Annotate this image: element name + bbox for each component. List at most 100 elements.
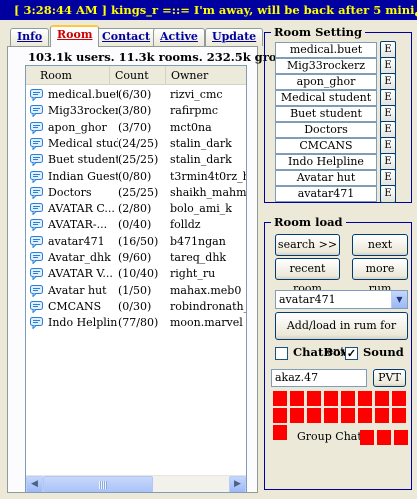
table-row[interactable]: Doctors (25/25) shaikh_mahmud xyxy=(26,185,246,201)
status-indicator[interactable] xyxy=(341,408,355,423)
room-count: (77/80) xyxy=(118,316,159,330)
room-owner: tareq_dhk xyxy=(170,251,227,264)
status-indicator[interactable] xyxy=(358,391,372,406)
column-header-owner[interactable]: Owner xyxy=(166,66,246,85)
status-indicator[interactable] xyxy=(392,391,406,406)
table-row[interactable]: Avatar_dhk (9/60) tareq_dhk xyxy=(26,250,246,266)
table-row[interactable]: apon_ghor (3/70) mct0na xyxy=(26,120,246,136)
chat-room-icon xyxy=(30,186,43,199)
status-indicator[interactable] xyxy=(375,408,389,423)
table-row[interactable]: Avatar hut (1/50) mahax.meb0 xyxy=(26,283,246,299)
room-count: (6/30) xyxy=(118,88,152,101)
status-indicator[interactable] xyxy=(307,408,321,423)
tab-contact[interactable]: Contact xyxy=(95,28,158,46)
room-owner: bolo_ami_k xyxy=(170,202,232,216)
room-setting-item[interactable]: Avatar hut xyxy=(275,170,377,186)
table-row[interactable]: Indo Helpline (77/80) moon.marvel xyxy=(26,315,246,331)
room-name: Doctors xyxy=(48,185,92,199)
room-list[interactable]: Room Count Owner medical.buet (6/30) rizvi… xyxy=(25,65,247,493)
room-combo[interactable]: avatar471 ▼ xyxy=(275,290,408,309)
recent-room-button[interactable]: recent room xyxy=(275,258,340,295)
status-indicator[interactable] xyxy=(324,408,338,423)
pvt-input[interactable]: akaz.47 xyxy=(271,369,367,387)
pvt-button[interactable]: PVT xyxy=(373,369,406,387)
room-name: Medical stud... xyxy=(48,136,118,150)
group-chat-indicator[interactable] xyxy=(377,430,391,445)
status-indicator[interactable] xyxy=(273,408,287,423)
chat-room-icon xyxy=(30,170,43,183)
sound-checkbox[interactable]: ✓ xyxy=(345,347,358,360)
room-name: Indo Helpline xyxy=(48,316,118,330)
group-chat-indicator[interactable] xyxy=(360,430,374,445)
tab-info[interactable]: Info xyxy=(10,28,50,46)
room-owner: moon.marvel xyxy=(170,316,243,330)
chat-room-icon xyxy=(30,121,43,134)
table-row[interactable]: avatar471 (16/50) b471ngan xyxy=(26,234,246,250)
room-setting-item[interactable]: avatar471 xyxy=(275,186,377,202)
scroll-left-icon[interactable]: ◀ xyxy=(26,476,43,492)
room-owner: folldz xyxy=(170,218,201,232)
room-owner: t3rmin4t0rz_h4... xyxy=(170,169,246,183)
chat-room-icon xyxy=(30,300,43,313)
table-row[interactable]: Mig33rockerz(3/80) rafirpmc xyxy=(26,103,246,119)
room-setting-label: Room Setting xyxy=(271,25,366,39)
room-setting-item[interactable]: Mig33rockerz xyxy=(275,58,377,74)
chat-room-icon xyxy=(30,105,43,118)
tab-update[interactable]: Update xyxy=(205,28,264,46)
horizontal-scrollbar[interactable]: ◀ ▶ xyxy=(26,475,246,492)
search-button[interactable]: search >> xyxy=(275,234,340,256)
column-header-room[interactable]: Room xyxy=(26,66,110,85)
room-setting-item[interactable]: Buet student xyxy=(275,106,377,122)
room-count: (24/25) xyxy=(118,136,159,150)
room-name: avatar471 xyxy=(48,234,105,248)
room-name: apon_ghor xyxy=(48,120,107,134)
tab-active[interactable]: Active xyxy=(153,28,205,46)
status-indicator[interactable] xyxy=(307,391,321,406)
status-indicator[interactable] xyxy=(290,391,304,406)
table-row[interactable]: AVATAR C... (2/80) bolo_ami_k xyxy=(26,201,246,217)
chatbox-label: ChatBox xyxy=(293,345,348,359)
scroll-thumb[interactable] xyxy=(43,476,153,492)
room-owner: b471ngan xyxy=(170,234,226,248)
table-row[interactable]: Buet student (25/25) stalin_dark xyxy=(26,152,246,168)
status-indicator[interactable] xyxy=(375,391,389,406)
status-indicator[interactable] xyxy=(392,408,406,423)
table-row[interactable]: AVATAR V... (10/40) right_ru xyxy=(26,266,246,282)
chevron-down-icon[interactable]: ▼ xyxy=(391,291,407,308)
column-header-count[interactable]: Count xyxy=(110,66,166,85)
status-indicator[interactable] xyxy=(324,391,338,406)
room-name: Buet student xyxy=(48,153,118,167)
table-row[interactable]: medical.buet (6/30) rizvi_cmc xyxy=(26,87,246,103)
table-row[interactable]: AVATAR-... (0/40) folldz xyxy=(26,217,246,233)
chatbox-checkbox[interactable] xyxy=(275,347,288,360)
room-setting-item[interactable]: CMCANS xyxy=(275,138,377,154)
room-count: (25/25) xyxy=(118,185,159,199)
add-load-button[interactable]: Add/load in rum for enter xyxy=(275,312,408,358)
status-indicator[interactable] xyxy=(341,391,355,406)
room-setting-item[interactable]: apon_ghor xyxy=(275,74,377,90)
next-page-button[interactable]: next page xyxy=(352,234,408,271)
room-tab-panel: 103.1k users. 11.3k rooms. 232.5k groups… xyxy=(7,46,303,493)
room-setting-item[interactable]: Doctors xyxy=(275,122,377,138)
table-row[interactable]: Medical stud...(24/25) stalin_dark xyxy=(26,136,246,152)
status-indicator[interactable] xyxy=(273,391,287,406)
status-indicator[interactable] xyxy=(290,408,304,423)
tab-room[interactable]: Room xyxy=(50,25,100,47)
room-setting-item[interactable]: Medical student xyxy=(275,90,377,106)
edit-room-button[interactable]: E xyxy=(380,185,396,203)
group-chat-indicator[interactable] xyxy=(394,430,408,445)
table-row[interactable]: Indian Guests(0/80) t3rmin4t0rz_h4... xyxy=(26,169,246,185)
chat-room-icon xyxy=(30,89,43,101)
status-indicator[interactable] xyxy=(273,425,287,440)
table-row[interactable]: CMCANS (0/30) robindronath_t... xyxy=(26,299,246,315)
room-load-label: Room load xyxy=(271,215,346,229)
more-rum-button[interactable]: more rum xyxy=(352,258,408,295)
status-indicator[interactable] xyxy=(358,408,372,423)
room-setting-item[interactable]: medical.buet xyxy=(275,42,377,58)
scroll-right-icon[interactable]: ▶ xyxy=(229,476,246,492)
room-owner: stalin_dark xyxy=(170,153,232,167)
room-owner: right_ru xyxy=(170,267,216,281)
room-owner: rafirpmc xyxy=(170,104,219,118)
room-setting-item[interactable]: Indo Helpline xyxy=(275,154,377,170)
chat-room-icon xyxy=(30,219,43,232)
